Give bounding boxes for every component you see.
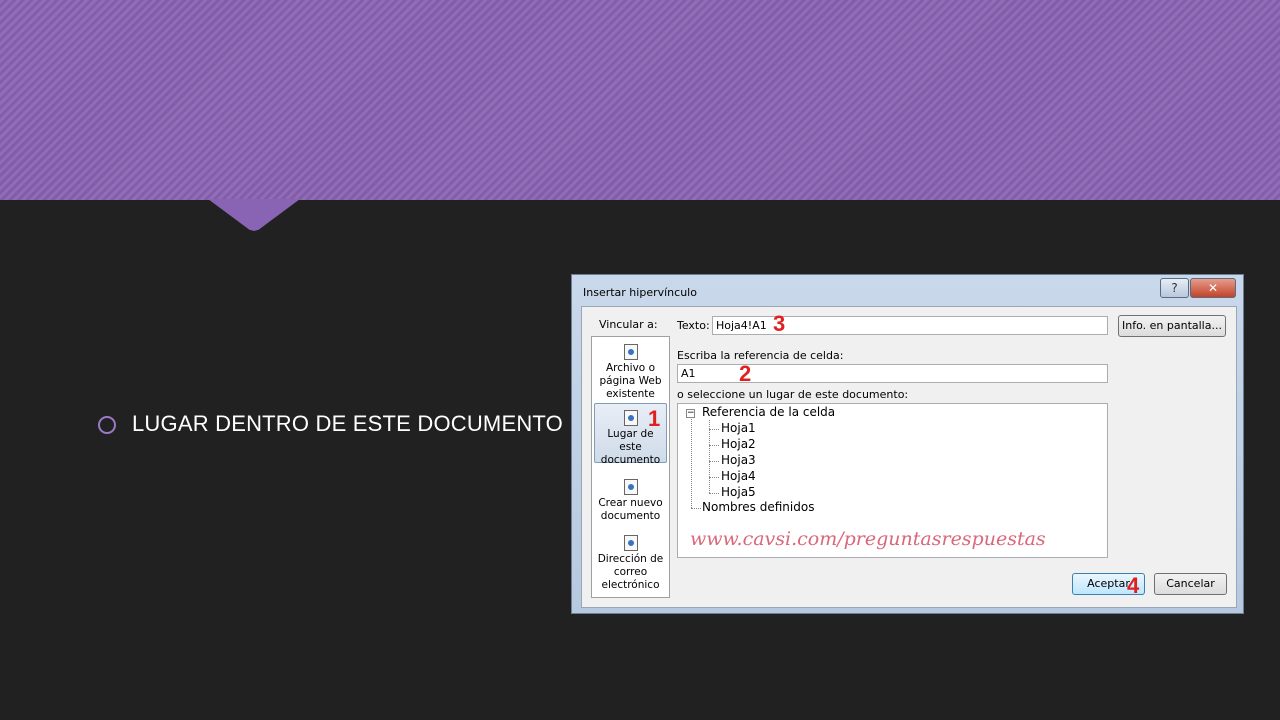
text-label: Texto: <box>677 319 710 332</box>
close-button[interactable]: ✕ <box>1190 278 1236 298</box>
tree-node-defined-names[interactable]: Nombres definidos <box>702 500 814 514</box>
tree-node-cell-reference[interactable]: Referencia de la celda <box>702 405 835 419</box>
screentip-button[interactable]: Info. en pantalla... <box>1118 315 1226 337</box>
tree-node-sheet[interactable]: Hoja2 <box>721 437 756 451</box>
nav-label: Crear nuevo documento <box>598 497 663 522</box>
step-marker-2: 2 <box>739 361 752 386</box>
dialog-title: Insertar hipervínculo <box>583 286 697 299</box>
display-text-input[interactable]: Hoja4!A1 <box>712 316 1108 335</box>
banner-notch <box>208 199 300 231</box>
globe-file-icon <box>623 344 638 360</box>
tree-node-sheet[interactable]: Hoja5 <box>721 485 756 499</box>
tree-node-sheet[interactable]: Hoja3 <box>721 453 756 467</box>
step-marker-3: 3 <box>773 311 786 336</box>
cancel-button[interactable]: Cancelar <box>1154 573 1227 595</box>
document-place-tree: − Referencia de la celda Hoja1 Hoja2 Hoj… <box>677 403 1108 558</box>
nav-label: Lugar de este documento <box>600 428 661 466</box>
slide-banner <box>0 0 1280 200</box>
new-document-icon <box>623 479 638 495</box>
tree-node-sheet[interactable]: Hoja4 <box>721 469 756 483</box>
nav-label: Archivo o página Web existente <box>599 362 662 400</box>
cell-reference-label: Escriba la referencia de celda: <box>677 349 844 362</box>
email-icon <box>623 535 638 551</box>
document-place-icon <box>623 410 638 426</box>
help-button[interactable]: ? <box>1160 278 1189 298</box>
insert-hyperlink-dialog: Insertar hipervínculo ? ✕ Vincular a: Ar… <box>571 274 1244 614</box>
step-marker-4: 4 <box>1127 573 1140 598</box>
tree-node-sheet[interactable]: Hoja1 <box>721 421 756 435</box>
tree-collapse-icon[interactable]: − <box>686 409 695 418</box>
watermark-text: www.cavsi.com/preguntasrespuestas <box>690 528 1046 550</box>
bullet-text: LUGAR DENTRO DE ESTE DOCUMENTO <box>132 411 563 436</box>
dialog-body: Vincular a: Archivo o página Web existen… <box>581 306 1237 608</box>
nav-label: Dirección de correo electrónico <box>597 553 664 591</box>
link-to-sidebar: Archivo o página Web existente Lugar de … <box>591 336 670 598</box>
link-to-label: Vincular a: <box>599 318 658 331</box>
step-marker-1: 1 <box>648 406 661 431</box>
nav-create-new-document[interactable]: Crear nuevo documento <box>594 477 667 525</box>
nav-email-address[interactable]: Dirección de correo electrónico <box>594 533 667 593</box>
bullet-circle-icon <box>98 416 116 434</box>
place-label: o seleccione un lugar de este documento: <box>677 388 909 401</box>
nav-existing-file-web[interactable]: Archivo o página Web existente <box>594 341 667 400</box>
